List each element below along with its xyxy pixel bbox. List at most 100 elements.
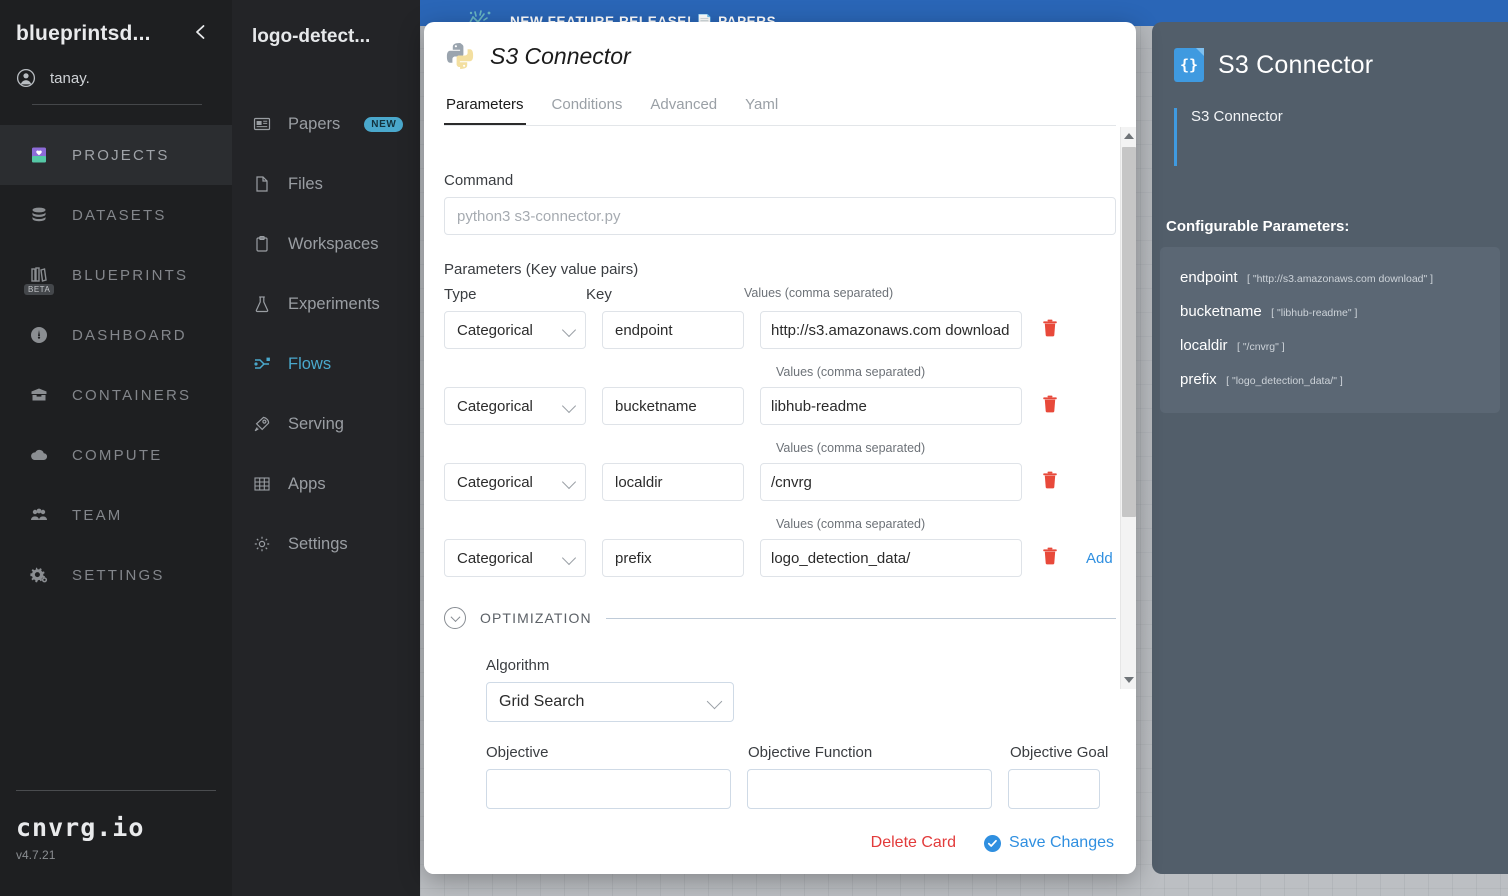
objective-headers: Objective Objective Function Objective G… — [486, 744, 1116, 761]
param-key-input-1[interactable] — [602, 387, 744, 425]
param-value: [ "/cnvrg" ] — [1236, 341, 1285, 353]
param-name: bucketname — [1180, 303, 1262, 320]
scrollbar-thumb[interactable] — [1122, 147, 1136, 517]
objective-input[interactable] — [486, 769, 732, 809]
sidebar-item-flows[interactable]: Flows — [232, 334, 420, 394]
sidebar-label-team: TEAM — [72, 506, 123, 524]
objective-function-input[interactable] — [747, 769, 993, 809]
list-item: endpoint [ "http://s3.amazonaws.com down… — [1160, 261, 1500, 295]
optimization-section-header[interactable]: OPTIMIZATION — [444, 607, 1116, 629]
tab-conditions[interactable]: Conditions — [550, 90, 625, 125]
add-parameter-button[interactable]: Add — [1086, 550, 1113, 567]
sidebar-footer: cnvrg.io v4.7.21 — [0, 790, 232, 862]
algorithm-select[interactable]: Grid Search — [486, 682, 734, 722]
sidebar-divider — [32, 104, 202, 105]
param-key-input-0[interactable] — [602, 311, 744, 349]
sidebar-item-compute[interactable]: COMPUTE — [0, 425, 232, 485]
objective-inputs — [486, 769, 1116, 809]
delete-card-button[interactable]: Delete Card — [871, 834, 956, 852]
trash-icon[interactable] — [1042, 395, 1058, 418]
parameters-section-label: Parameters (Key value pairs) — [444, 261, 639, 278]
column-header-values: Values (comma separated) — [744, 286, 894, 300]
user-avatar-icon — [16, 68, 36, 88]
parameters-column-headers: Type Key Values (comma separated) — [444, 286, 1116, 303]
sidebar-item-dashboard[interactable]: DASHBOARD — [0, 305, 232, 365]
sidebar-item-files[interactable]: Files — [232, 154, 420, 214]
param-key-input-3[interactable] — [602, 539, 744, 577]
project-label-papers: Papers — [288, 114, 341, 133]
trash-icon[interactable] — [1042, 547, 1058, 570]
flow-icon — [252, 354, 272, 374]
sidebar-item-datasets[interactable]: DATASETS — [0, 185, 232, 245]
scroll-down-arrow-icon[interactable] — [1121, 671, 1136, 689]
save-changes-button[interactable]: Save Changes — [984, 834, 1114, 852]
sidebar-collapse-icon[interactable] — [186, 23, 216, 45]
sidebar-label-settings: SETTINGS — [72, 566, 165, 584]
sidebar-item-workspaces[interactable]: Workspaces — [232, 214, 420, 274]
values-label-3: Values (comma separated) — [776, 517, 926, 531]
sidebar-label-compute: COMPUTE — [72, 446, 163, 464]
param-type-select-1[interactable]: Categorical — [444, 387, 586, 425]
info-panel-description: S3 Connector — [1191, 108, 1283, 125]
new-badge: NEW — [364, 116, 404, 132]
chevron-down-circle-icon — [444, 607, 466, 629]
tab-yaml[interactable]: Yaml — [743, 90, 780, 125]
objective-function-label: Objective Function — [748, 744, 873, 761]
param-key-input-2[interactable] — [602, 463, 744, 501]
param-values-input-0[interactable] — [760, 311, 1022, 349]
modal-title: S3 Connector — [490, 42, 631, 69]
param-values-input-3[interactable] — [760, 539, 1022, 577]
trash-icon[interactable] — [1042, 471, 1058, 494]
python-icon — [446, 43, 474, 69]
sidebar-item-papers[interactable]: Papers NEW — [232, 94, 420, 154]
param-values-input-2[interactable] — [760, 463, 1022, 501]
trash-icon[interactable] — [1042, 319, 1058, 342]
param-type-select-3[interactable]: Categorical — [444, 539, 586, 577]
sidebar-item-projects[interactable]: PROJECTS — [0, 125, 232, 185]
project-sidebar: logo-detect... Papers NEW Files Workspac… — [232, 0, 420, 896]
sidebar-item-team[interactable]: TEAM — [0, 485, 232, 545]
sidebar-item-experiments[interactable]: Experiments — [232, 274, 420, 334]
sidebar-item-settings[interactable]: SETTINGS — [0, 545, 232, 605]
version-label: v4.7.21 — [16, 848, 56, 862]
objective-goal-label: Objective Goal — [1010, 744, 1109, 761]
sidebar-item-blueprints[interactable]: BETA BLUEPRINTS — [0, 245, 232, 305]
list-item: bucketname [ "libhub-readme" ] — [1160, 295, 1500, 329]
project-title[interactable]: logo-detect... — [232, 0, 420, 48]
sidebar-label-blueprints: BLUEPRINTS — [72, 266, 189, 284]
settings-icon — [28, 564, 50, 586]
save-changes-label: Save Changes — [1009, 834, 1114, 851]
param-values-input-1[interactable] — [760, 387, 1022, 425]
param-type-select-2[interactable]: Categorical — [444, 463, 586, 501]
param-type-value-0: Categorical — [444, 311, 586, 349]
sidebar-footer-divider — [16, 790, 216, 791]
tab-parameters[interactable]: Parameters — [444, 90, 526, 125]
param-type-value-3: Categorical — [444, 539, 586, 577]
modal-scrollbar[interactable] — [1120, 127, 1136, 689]
project-label-files: Files — [288, 174, 323, 193]
table-row: Categorical — [444, 463, 1116, 501]
blueprint-info-panel: {} S3 Connector S3 Connector Configurabl… — [1152, 22, 1508, 874]
chevron-left-icon — [196, 25, 205, 39]
project-label-apps: Apps — [288, 474, 326, 493]
sidebar-item-serving[interactable]: Serving — [232, 394, 420, 454]
param-name: endpoint — [1180, 269, 1238, 286]
objective-goal-input[interactable] — [1008, 769, 1100, 809]
section-divider — [605, 617, 1116, 619]
organization-name[interactable]: blueprintsd... — [16, 22, 151, 46]
project-nav: Papers NEW Files Workspaces Experiments … — [232, 94, 420, 574]
table-row: Categorical Add — [444, 539, 1116, 577]
scroll-up-arrow-icon[interactable] — [1121, 127, 1136, 145]
sidebar-item-project-settings[interactable]: Settings — [232, 514, 420, 574]
param-type-select-0[interactable]: Categorical — [444, 311, 586, 349]
papers-icon — [252, 114, 272, 134]
sidebar-item-containers[interactable]: CONTAINERS — [0, 365, 232, 425]
gear-icon — [252, 534, 272, 554]
sidebar-item-apps[interactable]: Apps — [232, 454, 420, 514]
user-row[interactable]: tanay. — [16, 68, 216, 88]
configurable-parameters-title: Configurable Parameters: — [1166, 218, 1350, 235]
command-input[interactable] — [444, 197, 1116, 235]
param-name: localdir — [1180, 337, 1228, 354]
json-file-icon: {} — [1174, 48, 1204, 82]
tab-advanced[interactable]: Advanced — [648, 90, 719, 125]
